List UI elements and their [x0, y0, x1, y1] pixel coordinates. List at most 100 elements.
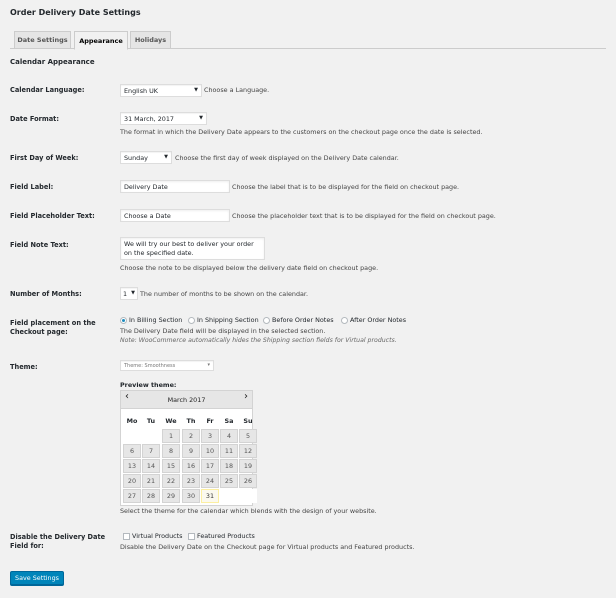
- placement-shipping-option[interactable]: In Shipping Section: [188, 316, 259, 324]
- calendar-day[interactable]: 4: [220, 429, 238, 443]
- calendar-day[interactable]: 7: [142, 444, 160, 458]
- weekday-header: Mo: [126, 417, 138, 425]
- tab-appearance[interactable]: Appearance: [74, 31, 128, 50]
- placement-billing-label: In Billing Section: [129, 316, 183, 324]
- disable-label: Disable the Delivery Date Field for:: [10, 533, 106, 550]
- weekday-header: Tu: [146, 417, 156, 425]
- placement-after-notes-label: After Order Notes: [350, 316, 407, 324]
- placement-billing-radio[interactable]: [120, 316, 127, 324]
- chevron-down-icon: ▾: [207, 362, 210, 368]
- weekday-header: Th: [186, 417, 196, 425]
- calendar-day[interactable]: 13: [123, 459, 141, 473]
- calendar-day[interactable]: 5: [239, 429, 257, 443]
- placement-desc: The Delivery Date field will be displaye…: [120, 327, 326, 335]
- calendar-day[interactable]: 12: [239, 444, 257, 458]
- disable-virtual-option[interactable]: Virtual Products: [123, 532, 183, 540]
- first-day-select[interactable]: Sunday ▼: [120, 151, 172, 164]
- language-select-value: English UK: [124, 86, 158, 95]
- prev-month-icon[interactable]: ‹: [125, 391, 129, 403]
- placement-shipping-radio[interactable]: [188, 316, 195, 324]
- save-settings-button[interactable]: Save Settings: [10, 571, 64, 585]
- date-format-value: 31 March, 2017: [124, 114, 174, 123]
- date-format-select[interactable]: 31 March, 2017 ▼: [120, 112, 207, 125]
- months-value: 1: [123, 289, 128, 298]
- note-text-desc: Choose the note to be displayed below th…: [120, 264, 379, 272]
- preview-theme-label: Preview theme:: [120, 381, 177, 389]
- field-label-input[interactable]: Delivery Date: [120, 180, 230, 193]
- calendar-day[interactable]: 24: [201, 474, 219, 488]
- theme-select-value: Theme: Smoothness: [124, 362, 176, 369]
- calendar-day[interactable]: 14: [142, 459, 160, 473]
- theme-select[interactable]: Theme: Smoothness ▾: [120, 360, 214, 371]
- calendar-day[interactable]: 22: [162, 474, 180, 488]
- calendar-day[interactable]: 17: [201, 459, 219, 473]
- field-label-desc: Choose the label that is to be displayed…: [232, 183, 460, 191]
- chevron-down-icon: ▼: [199, 115, 203, 121]
- calendar-preview: ‹ March 2017 › Mo Tu We Th Fr Sa Su 1 2 3 4 5 6 7 8 9 10…: [120, 390, 257, 506]
- calendar-day[interactable]: 10: [201, 444, 219, 458]
- note-text-label: Field Note Text:: [10, 241, 69, 249]
- first-day-label: First Day of Week:: [10, 154, 79, 162]
- calendar-day[interactable]: 6: [123, 444, 141, 458]
- calendar-day[interactable]: 16: [182, 459, 200, 473]
- calendar-day[interactable]: 18: [220, 459, 238, 473]
- calendar-day[interactable]: 27: [123, 489, 141, 503]
- weekday-header: Su: [243, 417, 253, 425]
- calendar-day[interactable]: 3: [201, 429, 219, 443]
- disable-virtual-checkbox[interactable]: [123, 532, 130, 540]
- weekday-header: Fr: [206, 417, 214, 425]
- calendar-day[interactable]: 1: [162, 429, 180, 443]
- calendar-day[interactable]: 31: [201, 489, 219, 503]
- placement-note: Note: WooCommerce automatically hides th…: [120, 337, 397, 344]
- chevron-down-icon: ▼: [164, 154, 168, 160]
- calendar-day[interactable]: 20: [123, 474, 141, 488]
- months-label: Number of Months:: [10, 290, 82, 298]
- tab-date-settings[interactable]: Date Settings: [14, 31, 71, 49]
- placeholder-desc: Choose the placeholder text that is to b…: [232, 212, 496, 220]
- placement-before-notes-label: Before Order Notes: [272, 316, 334, 324]
- calendar-day[interactable]: 29: [162, 489, 180, 503]
- chevron-down-icon: ▼: [194, 87, 198, 93]
- weekday-header: Sa: [224, 417, 234, 425]
- calendar-day[interactable]: 2: [182, 429, 200, 443]
- placement-before-notes-option[interactable]: Before Order Notes: [263, 316, 334, 324]
- calendar-day[interactable]: 25: [220, 474, 238, 488]
- calendar-day[interactable]: 26: [239, 474, 257, 488]
- calendar-day[interactable]: 15: [162, 459, 180, 473]
- calendar-day[interactable]: 28: [142, 489, 160, 503]
- language-label: Calendar Language:: [10, 86, 85, 94]
- calendar-day[interactable]: 19: [239, 459, 257, 473]
- calendar-day[interactable]: 9: [182, 444, 200, 458]
- calendar-empty-cell: [142, 429, 160, 443]
- language-select[interactable]: English UK ▼: [120, 84, 202, 97]
- placeholder-input[interactable]: Choose a Date: [120, 209, 230, 222]
- calendar-empty-cell: [239, 489, 257, 503]
- calendar-day[interactable]: 11: [220, 444, 238, 458]
- placement-billing-option[interactable]: In Billing Section: [120, 316, 182, 324]
- disable-virtual-label: Virtual Products: [132, 532, 183, 540]
- calendar-day[interactable]: 30: [182, 489, 200, 503]
- date-format-desc: The format in which the Delivery Date ap…: [120, 128, 483, 136]
- first-day-desc: Choose the first day of week displayed o…: [175, 154, 399, 162]
- calendar-day[interactable]: 8: [162, 444, 180, 458]
- next-month-icon[interactable]: ›: [244, 391, 248, 403]
- placeholder-label: Field Placeholder Text:: [10, 212, 95, 220]
- placement-after-notes-option[interactable]: After Order Notes: [341, 316, 406, 324]
- disable-featured-checkbox[interactable]: [188, 532, 195, 540]
- theme-label: Theme:: [10, 363, 38, 371]
- disable-featured-option[interactable]: Featured Products: [188, 532, 255, 540]
- field-label-label: Field Label:: [10, 183, 54, 191]
- tab-holidays[interactable]: Holidays: [130, 31, 171, 49]
- chevron-down-icon: ▼: [131, 290, 135, 296]
- page-title: Order Delivery Date Settings: [10, 8, 141, 17]
- date-format-label: Date Format:: [10, 115, 59, 123]
- calendar-day[interactable]: 21: [142, 474, 160, 488]
- calendar-month-title: March 2017: [167, 395, 206, 404]
- weekday-header: We: [165, 417, 177, 425]
- placement-before-notes-radio[interactable]: [263, 316, 270, 324]
- calendar-day[interactable]: 23: [182, 474, 200, 488]
- placement-after-notes-radio[interactable]: [341, 316, 348, 324]
- first-day-value: Sunday: [124, 153, 148, 162]
- note-text-textarea[interactable]: We will try our best to deliver your ord…: [120, 237, 265, 260]
- months-select[interactable]: 1 ▼: [120, 287, 138, 300]
